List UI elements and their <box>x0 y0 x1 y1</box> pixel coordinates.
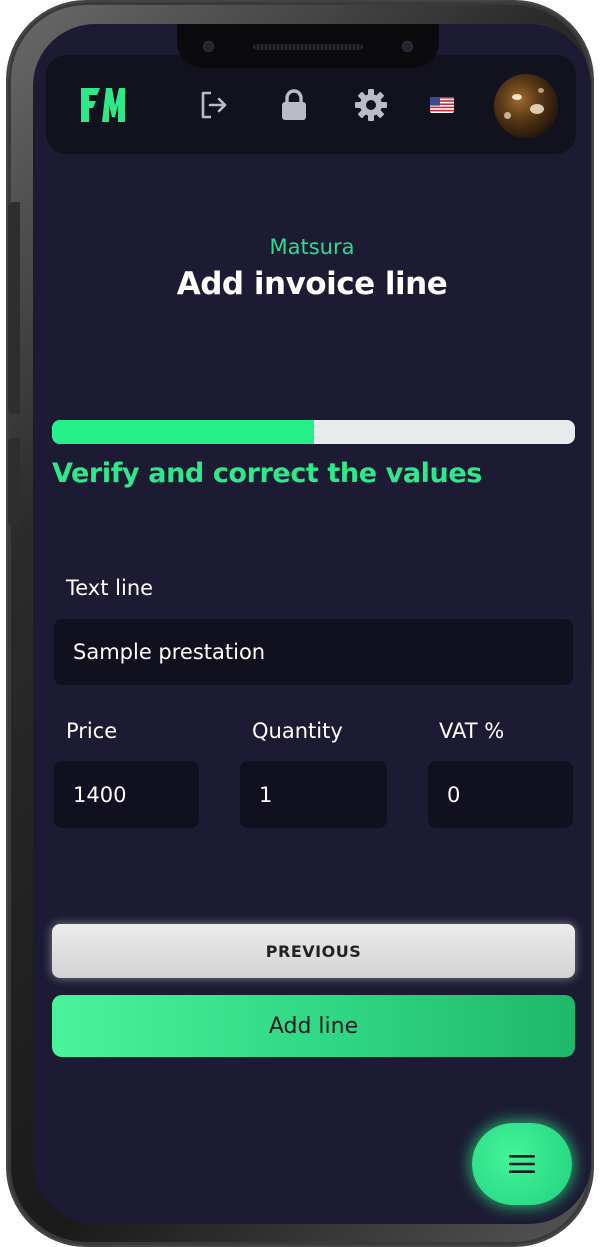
progress-fill <box>52 420 314 444</box>
text-line-input[interactable]: Sample prestation <box>54 619 573 685</box>
avatar[interactable] <box>494 74 558 138</box>
menu-fab-button[interactable] <box>472 1123 572 1205</box>
side-button <box>8 438 20 526</box>
screen: Matsura Add invoice line Verify and corr… <box>33 24 591 1224</box>
us-flag-icon[interactable] <box>430 97 454 113</box>
volume-button <box>8 202 20 414</box>
vat-input[interactable]: 0 <box>428 761 573 828</box>
text-line-label: Text line <box>66 576 154 600</box>
previous-button[interactable]: PREVIOUS <box>52 924 575 978</box>
camera-icon <box>203 41 214 52</box>
step-label: Verify and correct the values <box>52 458 482 489</box>
speaker-grille <box>253 44 363 50</box>
page-subtitle: Matsura <box>269 235 355 259</box>
gear-icon[interactable] <box>353 87 389 123</box>
progress-bar <box>52 420 575 444</box>
logout-icon[interactable] <box>196 87 232 123</box>
lock-icon[interactable] <box>276 87 312 123</box>
quantity-label: Quantity <box>252 719 343 743</box>
quantity-input[interactable]: 1 <box>240 761 387 828</box>
sensor-icon <box>402 41 413 52</box>
price-input[interactable]: 1400 <box>54 761 199 828</box>
top-nav-bar <box>46 55 576 154</box>
vat-label: VAT % <box>439 719 505 743</box>
notch <box>177 24 439 68</box>
phone-frame: Matsura Add invoice line Verify and corr… <box>8 2 592 1245</box>
price-label: Price <box>66 719 118 743</box>
app-logo[interactable] <box>78 85 128 125</box>
menu-icon <box>509 1155 535 1173</box>
page-title: Add invoice line <box>176 266 448 302</box>
add-line-button[interactable]: Add line <box>52 995 575 1057</box>
